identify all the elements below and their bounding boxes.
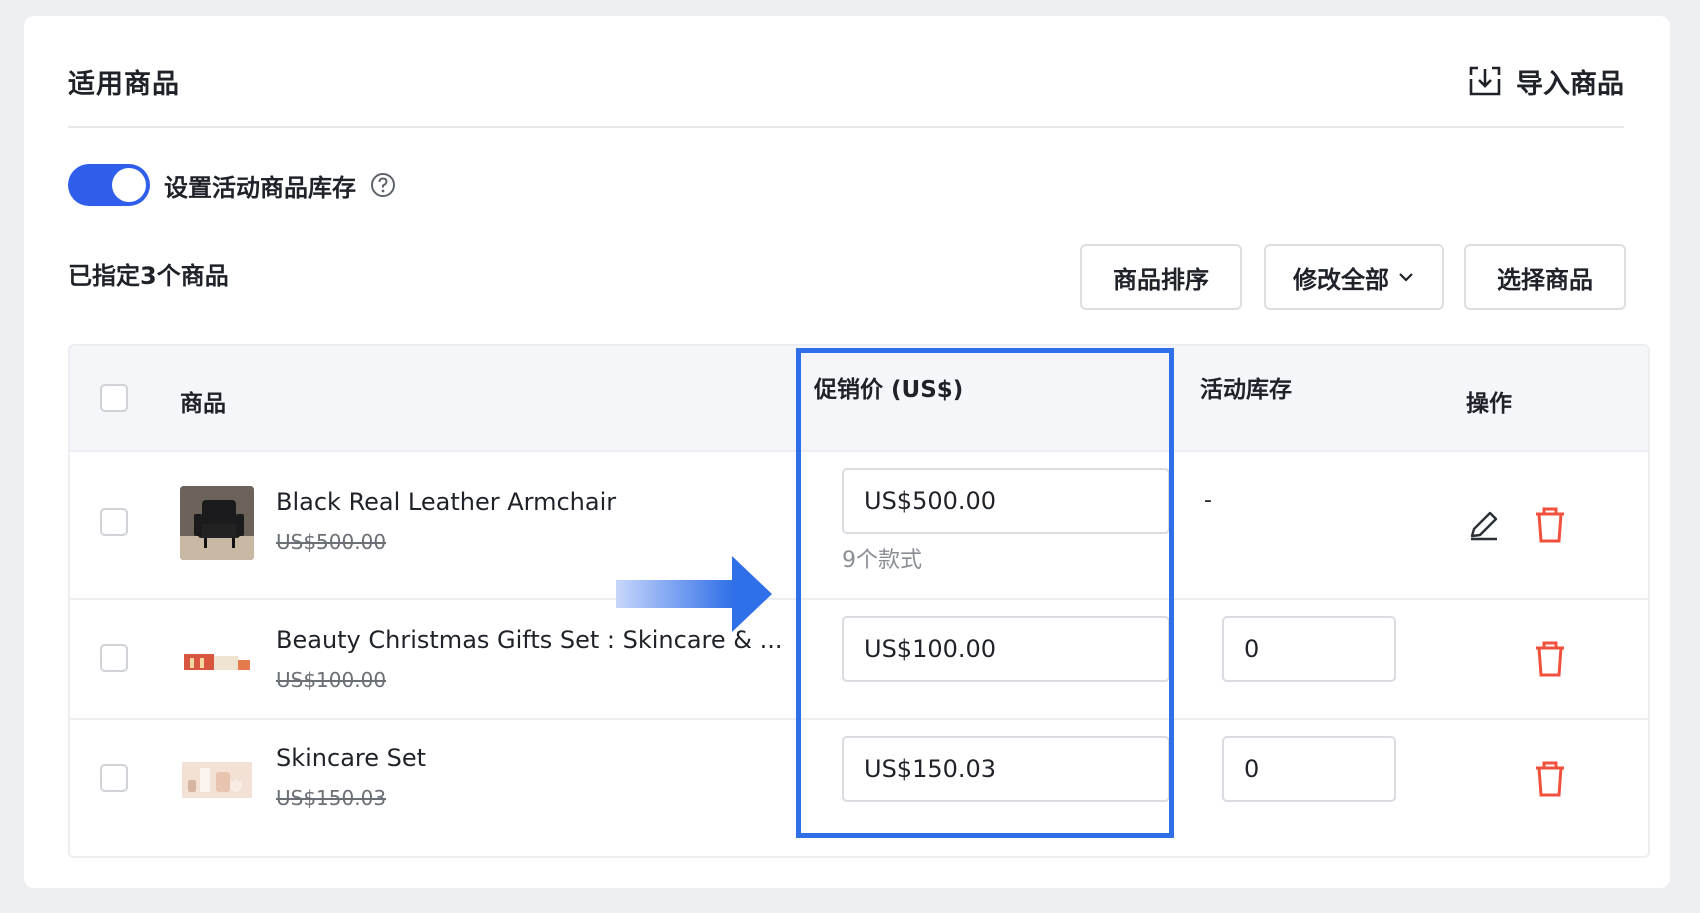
product-thumbnail-gift-set (180, 624, 254, 698)
stock-toggle-label: 设置活动商品库存 (164, 173, 356, 202)
row-checkbox[interactable] (100, 764, 128, 792)
header-stock: 活动库存 (1200, 377, 1292, 403)
product-thumbnail-armchair (180, 486, 254, 560)
original-price: US$150.03 (276, 786, 387, 810)
stock-toggle-row: 设置活动商品库存 (68, 164, 396, 206)
stock-value: - (1204, 488, 1212, 513)
download-icon (1469, 66, 1501, 96)
table-row: Beauty Christmas Gifts Set : Skincare & … (70, 598, 1648, 718)
original-price: US$500.00 (276, 530, 387, 554)
edit-all-label: 修改全部 (1293, 265, 1389, 294)
sort-products-button[interactable]: 商品排序 (1080, 244, 1242, 310)
armchair-image (180, 486, 254, 560)
header-product: 商品 (180, 391, 226, 417)
gift-set-image (180, 624, 254, 698)
select-products-label: 选择商品 (1497, 265, 1593, 294)
table-row: Skincare Set US$150.03 US$150.03 0 (70, 718, 1648, 856)
promo-price-input[interactable]: US$150.03 (842, 736, 1170, 802)
variant-count-note: 9个款式 (842, 548, 922, 573)
header-actions: 操作 (1466, 391, 1512, 417)
row-checkbox[interactable] (100, 508, 128, 536)
header-divider (68, 126, 1624, 128)
select-products-button[interactable]: 选择商品 (1464, 244, 1626, 310)
table-row: Black Real Leather Armchair US$500.00 US… (70, 450, 1648, 598)
import-products-label: 导入商品 (1516, 68, 1624, 100)
stock-input[interactable]: 0 (1222, 736, 1396, 802)
trash-icon[interactable] (1532, 506, 1568, 544)
trash-icon[interactable] (1532, 640, 1568, 678)
chevron-down-icon (1399, 273, 1413, 282)
select-all-checkbox[interactable] (100, 384, 128, 412)
stock-toggle-switch[interactable] (68, 164, 150, 206)
selected-count-text: 已指定3个商品 (68, 262, 229, 290)
import-products-button[interactable]: 导入商品 (1468, 62, 1624, 101)
help-circle-icon[interactable] (370, 172, 396, 198)
applicable-products-card: 适用商品 导入商品 设置活动商品库存 已指定3个商品 商品排序 修改全部 选择商… (24, 16, 1670, 888)
product-thumbnail-skincare (180, 742, 254, 816)
skincare-image (180, 742, 254, 816)
row-checkbox[interactable] (100, 644, 128, 672)
toggle-knob (112, 168, 146, 202)
card-title: 适用商品 (68, 68, 180, 100)
product-name: Skincare Set (276, 744, 427, 772)
stock-input[interactable]: 0 (1222, 616, 1396, 682)
edit-all-dropdown[interactable]: 修改全部 (1264, 244, 1444, 310)
arrow-right-icon (616, 556, 772, 632)
header-promo-price: 促销价 (US$) (814, 377, 964, 403)
trash-icon[interactable] (1532, 760, 1568, 798)
promo-price-input[interactable]: US$500.00 (842, 468, 1170, 534)
products-table: 商品 促销价 (US$) 活动库存 操作 Black Real Leather … (68, 344, 1650, 858)
card-header: 适用商品 导入商品 (68, 52, 1624, 110)
promo-price-input[interactable]: US$100.00 (842, 616, 1170, 682)
sort-products-label: 商品排序 (1113, 265, 1209, 294)
table-header: 商品 促销价 (US$) 活动库存 操作 (70, 346, 1648, 450)
edit-pencil-icon[interactable] (1466, 506, 1502, 544)
product-name: Black Real Leather Armchair (276, 488, 617, 516)
original-price: US$100.00 (276, 668, 387, 692)
